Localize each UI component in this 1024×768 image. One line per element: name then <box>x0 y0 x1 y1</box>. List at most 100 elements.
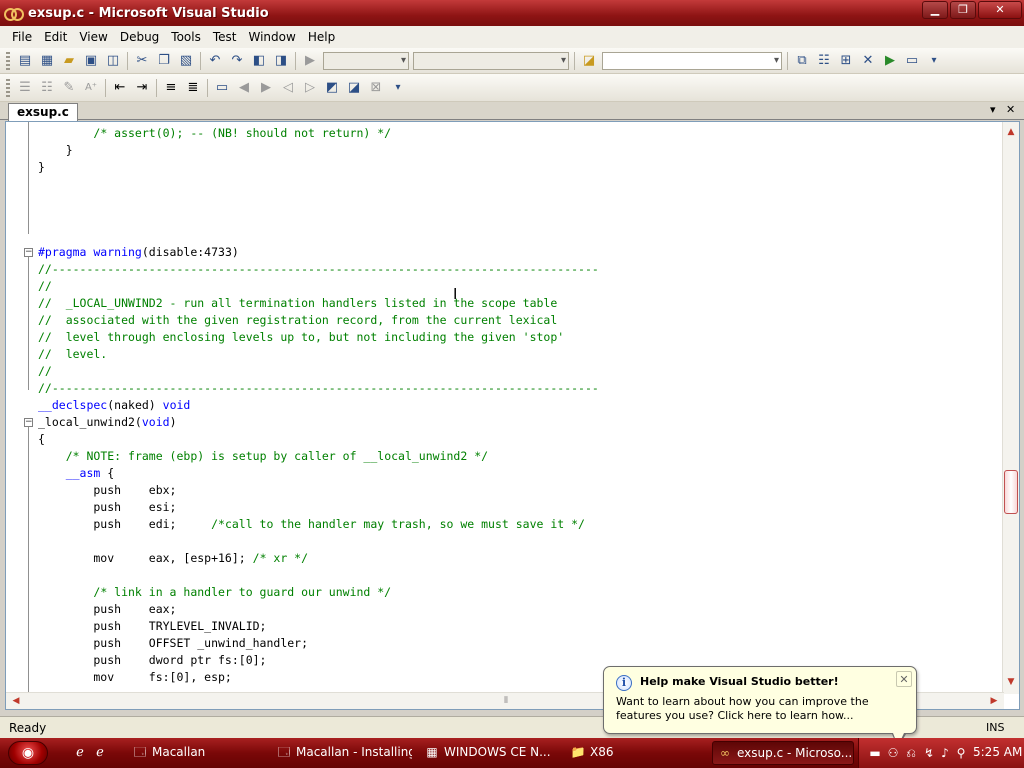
toolbar-options-icon[interactable]: ▾ <box>387 78 409 98</box>
speaker-icon[interactable]: ♪ <box>937 745 953 761</box>
code-comment: /* NOTE: frame (ebp) is setup by caller … <box>65 449 489 463</box>
next-bookmark-in-document-icon[interactable]: ◪ <box>343 78 365 98</box>
solution-configurations-dropdown[interactable] <box>323 51 409 70</box>
scroll-left-icon[interactable]: ◀ <box>8 693 24 709</box>
toolbar-options-icon[interactable]: ▾ <box>923 51 945 71</box>
network-icon[interactable]: ⚇ <box>885 745 901 761</box>
navigate-backward-icon[interactable]: ◧ <box>248 51 270 71</box>
solution-platforms-dropdown[interactable] <box>413 51 569 70</box>
comment-out-lines-icon[interactable]: ≡ <box>160 78 182 98</box>
collapse-region-icon[interactable]: − <box>24 418 33 427</box>
vertical-scrollbar[interactable]: ▲ ▼ <box>1002 122 1019 694</box>
solution-explorer-icon[interactable]: ⧉ <box>791 51 813 71</box>
save-all-icon[interactable]: ◫ <box>102 51 124 71</box>
scroll-up-icon[interactable]: ▲ <box>1003 124 1019 140</box>
code-editor[interactable]: − − /* assert(0); -- (NB! should not ret… <box>5 121 1020 710</box>
scroll-down-icon[interactable]: ▼ <box>1003 674 1019 690</box>
paste-icon[interactable]: ▧ <box>175 51 197 71</box>
previous-bookmark-icon[interactable]: ◀ <box>233 78 255 98</box>
status-text: Ready <box>9 721 47 735</box>
code-comment: // associated with the given registratio… <box>38 313 558 327</box>
copy-icon[interactable]: ❐ <box>153 51 175 71</box>
code-line: // level. <box>38 346 107 363</box>
redo-icon[interactable]: ↷ <box>226 51 248 71</box>
display-word-completion-icon[interactable]: A⁺ <box>80 78 102 98</box>
save-icon[interactable]: ▣ <box>80 51 102 71</box>
balloon-text[interactable]: Want to learn about how you can improve … <box>616 695 908 723</box>
start-page-icon[interactable]: ▶ <box>879 51 901 71</box>
next-bookmark-in-folder-icon[interactable]: ▷ <box>299 78 321 98</box>
active-files-dropdown-icon[interactable]: ▾ <box>990 103 996 116</box>
previous-bookmark-in-folder-icon[interactable]: ◁ <box>277 78 299 98</box>
taskbar-item-macallan-installing[interactable]: 🗔 Macallan - Installing <box>272 741 412 765</box>
new-project-icon[interactable]: ▤ <box>14 51 36 71</box>
code-text: { <box>100 466 115 480</box>
toolbar-grip[interactable] <box>6 78 10 97</box>
menu-tools[interactable]: Tools <box>165 26 207 48</box>
code-keyword: __asm <box>65 466 101 480</box>
vertical-scroll-thumb[interactable] <box>1004 470 1018 514</box>
display-object-member-list-icon[interactable]: ☰ <box>14 78 36 98</box>
notification-balloon[interactable]: i Help make Visual Studio better! ✕ Want… <box>603 666 917 748</box>
menu-test[interactable]: Test <box>207 26 243 48</box>
find-in-files-icon[interactable]: ◪ <box>578 51 600 71</box>
code-line: mov eax, [esp+16]; /* xr */ <box>38 550 308 567</box>
collapse-region-icon[interactable]: − <box>24 248 33 257</box>
increase-indent-icon[interactable]: ⇥ <box>131 78 153 98</box>
scroll-right-icon[interactable]: ▶ <box>986 693 1002 709</box>
find-dropdown[interactable] <box>602 51 782 70</box>
command-window-icon[interactable]: ▭ <box>901 51 923 71</box>
menu-file[interactable]: File <box>6 26 38 48</box>
close-button[interactable]: ✕ <box>978 1 1022 19</box>
balloon-close-icon[interactable]: ✕ <box>896 671 912 687</box>
menu-view[interactable]: View <box>73 26 113 48</box>
undo-icon[interactable]: ↶ <box>204 51 226 71</box>
display-parameter-info-icon[interactable]: ☷ <box>36 78 58 98</box>
info-icon: i <box>616 675 632 691</box>
toggle-bookmark-icon[interactable]: ▭ <box>211 78 233 98</box>
ie-quick-launch-icon[interactable]: ℯ <box>92 745 108 761</box>
safely-remove-hardware-icon[interactable]: ↯ <box>921 745 937 761</box>
display-quick-info-icon[interactable]: ✎ <box>58 78 80 98</box>
decrease-indent-icon[interactable]: ⇤ <box>109 78 131 98</box>
folder-icon: 📁 <box>570 745 586 759</box>
uncomment-lines-icon[interactable]: ≣ <box>182 78 204 98</box>
taskbar-item-x86[interactable]: 📁 X86 <box>566 741 702 765</box>
code-area[interactable]: − − /* assert(0); -- (NB! should not ret… <box>6 122 1004 694</box>
code-line: // level through enclosing levels up to,… <box>38 329 564 346</box>
clear-bookmarks-icon[interactable]: ⊠ <box>365 78 387 98</box>
start-button[interactable]: ◉ <box>8 741 48 765</box>
navigate-forward-icon[interactable]: ◨ <box>270 51 292 71</box>
properties-window-icon[interactable]: ☷ <box>813 51 835 71</box>
add-item-icon[interactable]: ▦ <box>36 51 58 71</box>
menu-debug[interactable]: Debug <box>114 26 165 48</box>
internet-explorer-icon[interactable]: ℯ <box>72 745 88 761</box>
taskbar-item-exsup-c[interactable]: ∞ exsup.c - Microso... <box>712 741 854 765</box>
menu-window[interactable]: Window <box>243 26 302 48</box>
code-comment: /* xr */ <box>252 551 309 565</box>
next-bookmark-icon[interactable]: ▶ <box>255 78 277 98</box>
taskbar-item-macallan[interactable]: 🗔 Macallan <box>128 741 262 765</box>
usb-icon[interactable]: ⎌ <box>903 745 919 761</box>
code-line: push esi; <box>38 499 176 516</box>
code-text: push ebx; <box>38 483 177 497</box>
code-comment: // <box>38 364 52 378</box>
cut-icon[interactable]: ✂ <box>131 51 153 71</box>
toolbox-icon[interactable]: ✕ <box>857 51 879 71</box>
toolbar-grip[interactable] <box>6 51 10 70</box>
minimize-button[interactable]: ▁ <box>922 1 948 19</box>
code-keyword: __declspec <box>38 398 108 412</box>
code-line: push edi; /*call to the handler may tras… <box>38 516 585 533</box>
start-debugging-icon[interactable]: ▶ <box>299 51 321 71</box>
search-icon[interactable]: ⚲ <box>953 745 969 761</box>
object-browser-icon[interactable]: ⊞ <box>835 51 857 71</box>
tab-exsup-c[interactable]: exsup.c <box>8 103 78 121</box>
previous-bookmark-in-document-icon[interactable]: ◩ <box>321 78 343 98</box>
menu-help[interactable]: Help <box>302 26 341 48</box>
maximize-button[interactable]: ❐ <box>950 1 976 19</box>
keyboard-icon[interactable]: ▬ <box>867 745 883 761</box>
open-file-icon[interactable]: ▰ <box>58 51 80 71</box>
menu-edit[interactable]: Edit <box>38 26 73 48</box>
close-document-icon[interactable]: ✕ <box>1006 103 1015 116</box>
taskbar-item-windows-ce[interactable]: ▦ WINDOWS CE N... <box>420 741 560 765</box>
